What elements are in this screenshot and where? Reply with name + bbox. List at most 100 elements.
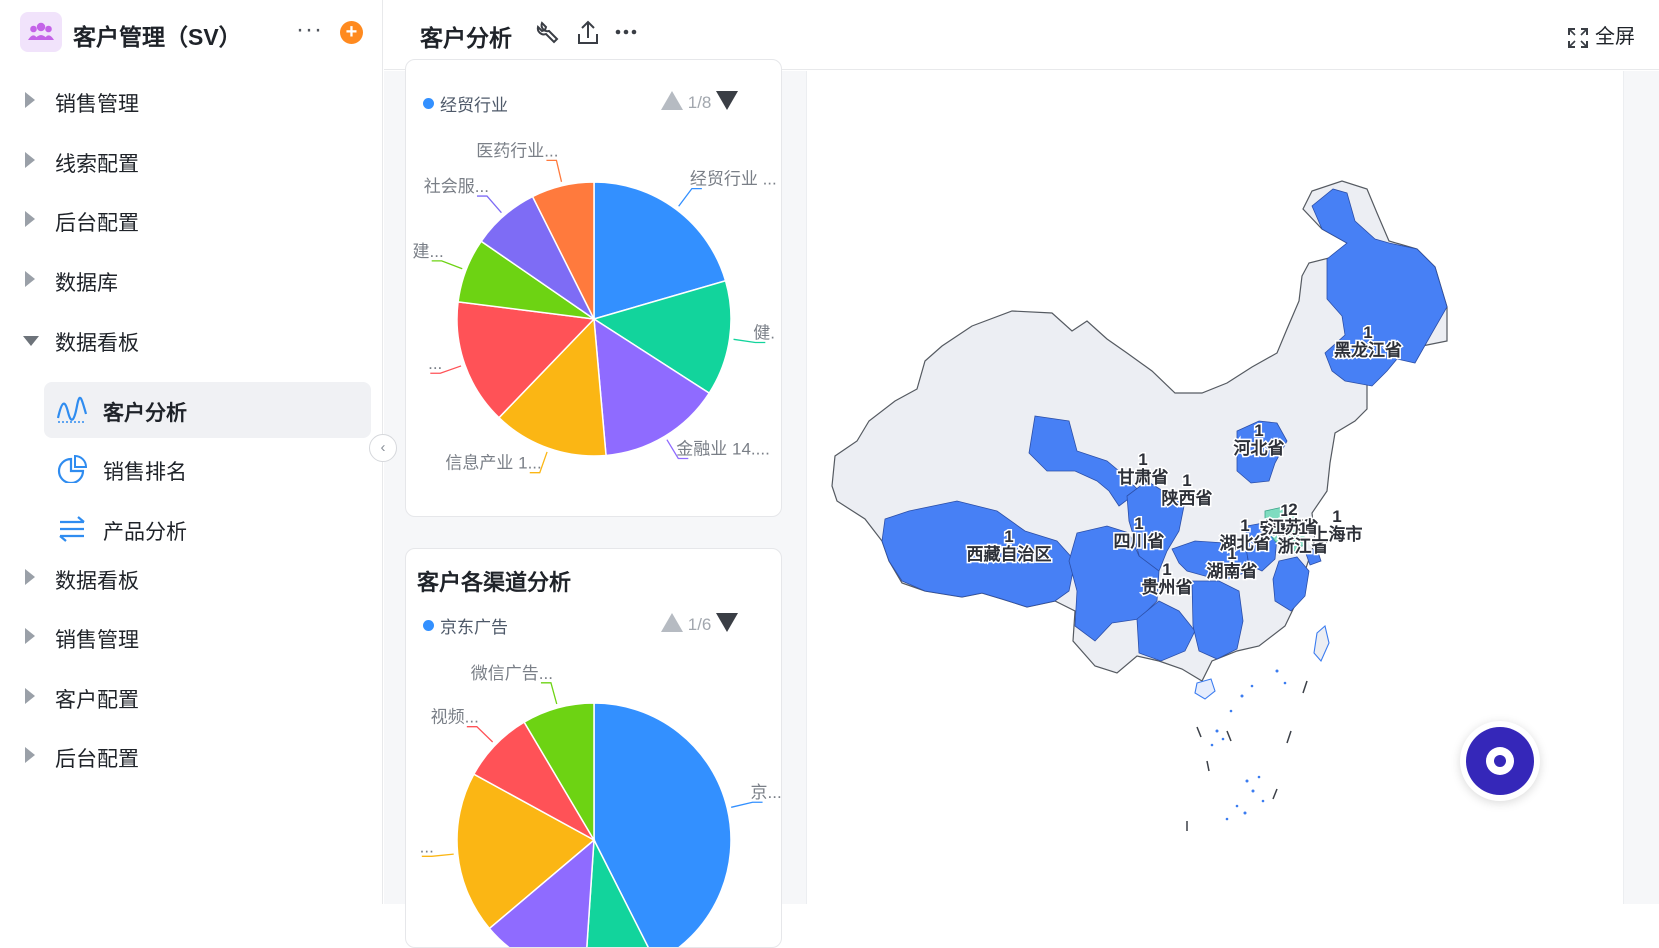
industry-pie-card: 经贸行业 1/8 经贸行业 ... 健. 金融业 14.... 信息产业 1.....… — [405, 59, 782, 517]
sidebar-item-sales-management[interactable]: 销售管理 — [0, 74, 383, 128]
map-region-value: 1 — [1182, 471, 1191, 490]
sidebar-item-label: 后台配置 — [55, 748, 139, 771]
sidebar-item-customer-config[interactable]: 客户配置 — [0, 670, 383, 724]
map-region-label[interactable]: 四川省 — [1112, 530, 1166, 553]
map-region-label[interactable]: 上海市 — [1310, 523, 1364, 546]
page-title: 客户分析 — [420, 25, 512, 51]
sidebar-item-dashboard[interactable]: 数据看板 — [0, 313, 383, 367]
sidebar-subitem-label: 客户分析 — [103, 402, 187, 425]
caret-right-icon — [25, 747, 35, 763]
region-zhejiang — [1272, 556, 1310, 612]
sidebar-subitem-sales-ranking[interactable]: 销售排名 — [44, 441, 371, 497]
sidebar: 客户管理（SV） ··· + 销售管理 线索配置 后台配置 数据库 数据看板 客… — [0, 0, 383, 904]
map-region-value: 1 — [1162, 560, 1171, 579]
caret-down-icon — [23, 336, 39, 346]
more-icon[interactable] — [612, 18, 640, 48]
sidebar-item-label: 数据看板 — [55, 570, 139, 593]
industry-pie-chart: 经贸行业 ... 健. 金融业 14.... 信息产业 1...... 建... 社会服.… — [413, 141, 777, 474]
sidebar-subitem-label: 销售排名 — [103, 461, 187, 484]
pie-slice-label: 建... — [413, 242, 444, 261]
map-region-value: 1 — [1227, 544, 1236, 563]
fullscreen-button[interactable]: 全屏 — [1567, 20, 1635, 49]
pie-label-line — [466, 726, 494, 743]
sidebar-item-label: 销售管理 — [55, 93, 139, 116]
users-icon — [28, 22, 54, 40]
map-region-value: 1 — [1298, 519, 1307, 538]
fullscreen-icon — [1568, 27, 1588, 48]
map-region-value: 1 — [1240, 516, 1249, 535]
pie-slice-label: ... — [428, 354, 442, 373]
fullscreen-label: 全屏 — [1595, 26, 1635, 48]
pie-label-line — [476, 195, 502, 214]
sidebar-item-lead-config[interactable]: 线索配置 — [0, 134, 383, 188]
pie-label-line — [540, 682, 558, 705]
pie-slice-label: 视频... — [431, 708, 479, 727]
pie-slice-label: 医药行业... — [476, 141, 558, 160]
sidebar-item-backend-config[interactable]: 后台配置 — [0, 193, 383, 247]
pie-label-line — [678, 188, 702, 207]
channel-pie-card: 客户各渠道分析 京东广告 1/6 京...... 视频... 微信广告... — [405, 548, 782, 948]
caret-right-icon — [25, 271, 35, 287]
wrench-icon[interactable] — [534, 18, 562, 48]
sidebar-subitem-product-analysis[interactable]: 产品分析 — [44, 501, 371, 557]
sidebar-subitem-customer-analysis[interactable]: 客户分析 — [44, 382, 371, 438]
map-region-value: 1 — [1138, 450, 1147, 469]
caret-right-icon — [25, 569, 35, 585]
caret-right-icon — [25, 211, 35, 227]
share-icon[interactable] — [574, 18, 602, 48]
map-region-label[interactable]: 陕西省 — [1160, 487, 1214, 510]
map-region-label[interactable]: 湖南省 — [1205, 560, 1259, 583]
add-button[interactable]: + — [340, 21, 363, 44]
ai-assistant-button[interactable] — [1460, 721, 1540, 801]
region-hainan — [1194, 678, 1216, 700]
pie-slice-label: 京... — [751, 783, 782, 802]
caret-right-icon — [25, 688, 35, 704]
map-region-label[interactable]: 西藏自治区 — [965, 543, 1053, 566]
pie-slice-label: 社会服... — [424, 177, 489, 196]
map-region-label[interactable]: 河北省 — [1232, 437, 1286, 460]
sidebar-item-label: 数据库 — [55, 272, 118, 295]
more-icon[interactable]: ··· — [296, 16, 323, 44]
map-region-label[interactable]: 黑龙江省 — [1333, 339, 1404, 362]
pie-slice-label: 金融业 14.... — [676, 440, 770, 459]
map-region-value: 1 — [1363, 323, 1372, 342]
south-sea-boundary — [1186, 680, 1308, 831]
pie-slice-label: 微信广告... — [471, 664, 553, 683]
app-header: 客户管理（SV） ··· + — [0, 0, 383, 66]
map-region-value: 1 — [1332, 507, 1341, 526]
app-logo — [20, 12, 62, 52]
sidebar-subitem-label: 产品分析 — [103, 521, 187, 544]
map-region-label[interactable]: 贵州省 — [1140, 576, 1194, 599]
map-region-value: 1 — [1004, 527, 1013, 546]
dashboard-content: 经贸行业 1/8 经贸行业 ... 健. 金融业 14.... 信息产业 1.....… — [384, 59, 1659, 948]
pie-slice-label: ... — [420, 837, 434, 856]
pie-label-line — [546, 159, 563, 182]
pie-slice-label: 健. — [753, 323, 775, 342]
region-hunan — [1191, 580, 1244, 660]
south-sea-islands — [1210, 669, 1287, 821]
pie-slice-label: 信息产业 1... — [445, 454, 541, 473]
pie-label-line — [431, 260, 463, 270]
sidebar-item-label: 数据看板 — [55, 332, 139, 355]
caret-right-icon — [25, 92, 35, 108]
sidebar-item-label: 后台配置 — [55, 212, 139, 235]
collapse-sidebar-button[interactable]: ‹ — [369, 434, 397, 462]
map-region-value: 1 — [1134, 514, 1143, 533]
transfer-icon — [59, 516, 85, 542]
map-region-value: 2 — [1288, 500, 1297, 519]
map-region-label[interactable]: 甘肃省 — [1116, 466, 1170, 489]
pie-slice-label: 经贸行业 ... — [690, 170, 777, 189]
sidebar-item-dashboard-2[interactable]: 数据看板 — [0, 551, 383, 605]
app-title: 客户管理（SV） — [73, 24, 242, 50]
chat-bubble-icon — [1486, 747, 1514, 775]
pie-label-line — [731, 801, 763, 808]
sidebar-item-sales-management-2[interactable]: 销售管理 — [0, 610, 383, 664]
caret-right-icon — [25, 152, 35, 168]
sidebar-item-backend-config-2[interactable]: 后台配置 — [0, 729, 383, 783]
line-chart-icon — [56, 396, 88, 423]
sidebar-item-label: 线索配置 — [55, 153, 139, 176]
pie-chart-icon — [57, 455, 88, 483]
sidebar-item-label: 销售管理 — [55, 629, 139, 652]
channel-pie-chart: 京...... 视频... 微信广告... — [420, 664, 782, 947]
sidebar-item-database[interactable]: 数据库 — [0, 253, 383, 307]
